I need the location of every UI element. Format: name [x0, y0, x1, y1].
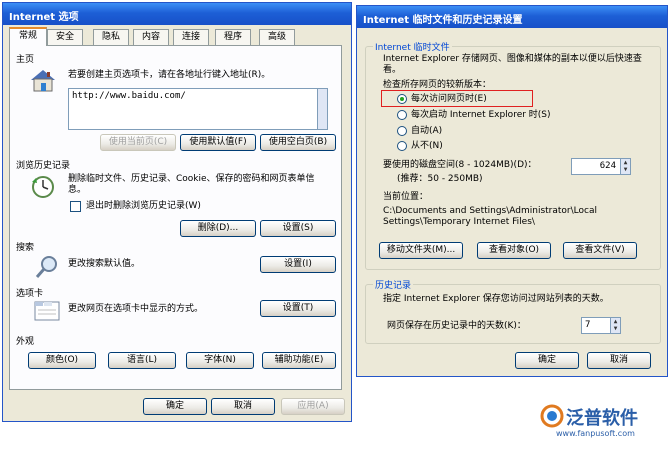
disk-space-label: 要使用的磁盘空间(8 - 1024MB)(D)：: [383, 160, 537, 170]
disk-space-spin-arrows[interactable]: ▲ ▼: [620, 159, 630, 174]
radio-every-start[interactable]: [397, 110, 407, 120]
delete-history-button[interactable]: 删除(D)...: [180, 220, 256, 237]
search-section-title: 搜索: [16, 243, 35, 253]
options-apply-button[interactable]: 应用(A): [281, 398, 345, 415]
current-location-label: 当前位置：: [383, 192, 429, 202]
search-settings-button[interactable]: 设置(I): [260, 256, 336, 273]
fonts-button[interactable]: 字体(N): [186, 352, 254, 369]
home-url-textarea[interactable]: http://www.baidu.com/: [68, 88, 328, 130]
tab-advanced[interactable]: 高级: [259, 29, 295, 45]
history-settings-button[interactable]: 设置(S): [260, 220, 336, 237]
use-current-button[interactable]: 使用当前页(C): [100, 134, 176, 151]
move-folder-button[interactable]: 移动文件夹(M)...: [379, 242, 463, 259]
appearance-section-title: 外观: [16, 337, 35, 347]
tab-security[interactable]: 安全: [47, 29, 83, 45]
search-description: 更改搜索默认值。: [68, 259, 141, 269]
watermark-url: www.fanpusoft.com: [556, 429, 635, 438]
fanpu-logo-icon: [540, 404, 564, 428]
disk-space-spinbox[interactable]: 624 ▲ ▼: [571, 158, 631, 175]
radio-never-label: 从不(N): [411, 141, 443, 151]
history-days-value: 7: [585, 320, 591, 330]
radio-automatic[interactable]: [397, 126, 407, 136]
tab-connections[interactable]: 连接: [173, 29, 209, 45]
temp-files-group-title: Internet 临时文件: [373, 40, 452, 53]
radio-never[interactable]: [397, 141, 407, 151]
temp-files-description: Internet Explorer 存储网页、图像和媒体的副本以便以后快速查看。: [383, 54, 642, 75]
tabs-section-title: 选项卡: [16, 289, 44, 299]
delete-on-exit-label: 退出时删除浏览历史记录(W): [86, 201, 201, 211]
view-objects-button[interactable]: 查看对象(O): [477, 242, 551, 259]
history-description: 删除临时文件、历史记录、Cookie、保存的密码和网页表单信息。: [68, 174, 315, 195]
radio-every-start-label: 每次启动 Internet Explorer 时(S): [411, 110, 551, 120]
tabs-window-icon: [34, 299, 60, 321]
magnifier-icon: [34, 254, 60, 280]
home-url-value: http://www.baidu.com/: [72, 91, 186, 101]
history-group-title: 历史记录: [373, 278, 414, 291]
view-files-button[interactable]: 查看文件(V): [563, 242, 637, 259]
languages-button[interactable]: 语言(L): [108, 352, 176, 369]
delete-on-exit-checkbox[interactable]: [70, 201, 81, 212]
history-days-label: 网页保存在历史记录中的天数(K)：: [387, 321, 526, 331]
use-blank-button[interactable]: 使用空白页(B): [260, 134, 336, 151]
accessibility-button[interactable]: 辅助功能(E): [262, 352, 336, 369]
options-cancel-button[interactable]: 取消: [211, 398, 275, 415]
tab-programs[interactable]: 程序: [215, 29, 251, 45]
temp-files-settings-window: Internet 临时文件和历史记录设置 Internet 临时文件 Inter…: [356, 5, 668, 377]
home-description: 若要创建主页选项卡，请在各地址行键入地址(R)。: [68, 70, 271, 80]
options-ok-button[interactable]: 确定: [143, 398, 207, 415]
history-section-title: 浏览历史记录: [16, 161, 71, 171]
url-scrollbar[interactable]: [317, 89, 327, 129]
history-days-spinbox[interactable]: 7 ▲ ▼: [581, 317, 621, 334]
general-tab-panel: 主页 若要创建主页选项卡，请在各地址行键入地址(R)。 http://www.b…: [9, 45, 342, 390]
history-clock-icon: [30, 174, 56, 200]
tabs-description: 更改网页在选项卡中显示的方式。: [68, 304, 204, 314]
history-days-description: 指定 Internet Explorer 保存您访问过网站列表的天数。: [383, 294, 609, 304]
radio-every-visit-label: 每次访问网页时(E): [411, 94, 487, 104]
internet-options-window: Internet 选项 常规 安全 隐私 内容 连接 程序 高级 主页 若要创建…: [2, 2, 352, 422]
disk-space-recommend: (推荐：50 - 250MB): [397, 174, 483, 184]
home-icon: [30, 68, 56, 92]
home-section-title: 主页: [16, 55, 35, 65]
colors-button[interactable]: 颜色(O): [28, 352, 96, 369]
tabs-settings-button[interactable]: 设置(T): [260, 300, 336, 317]
tab-general[interactable]: 常规: [9, 27, 47, 46]
radio-automatic-label: 自动(A): [411, 126, 443, 136]
settings-ok-button[interactable]: 确定: [515, 352, 579, 369]
settings-cancel-button[interactable]: 取消: [587, 352, 651, 369]
tab-content[interactable]: 内容: [133, 29, 169, 45]
internet-options-title: Internet 选项: [3, 3, 351, 25]
radio-every-visit[interactable]: [397, 94, 407, 104]
current-location-line2: Settings\Temporary Internet Files\: [383, 217, 535, 227]
history-group: [365, 284, 661, 344]
use-default-button[interactable]: 使用默认值(F): [180, 134, 256, 151]
current-location-line1: C:\Documents and Settings\Administrator\…: [383, 206, 597, 216]
disk-space-value: 624: [599, 161, 616, 171]
temp-files-settings-title: Internet 临时文件和历史记录设置: [357, 6, 667, 28]
history-days-spin-arrows[interactable]: ▲ ▼: [610, 318, 620, 333]
watermark-brand: 泛普软件: [566, 408, 638, 429]
tab-privacy[interactable]: 隐私: [93, 29, 129, 45]
